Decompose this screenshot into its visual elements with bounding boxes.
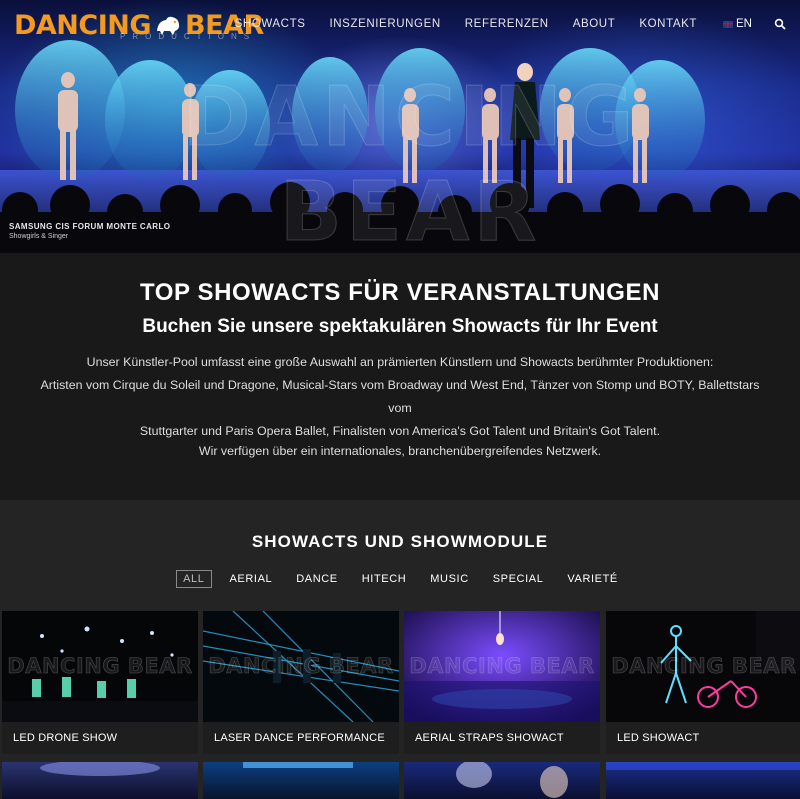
main-nav: SHOWACTS INSZENIERUNGEN REFERENZEN ABOUT… <box>211 18 786 30</box>
showact-title: LED SHOWACT <box>617 732 700 744</box>
showact-thumbnail: DANCING BEAR <box>606 611 800 722</box>
showact-thumbnail: DANCING BEAR <box>203 611 399 722</box>
thumbnail-watermark: DANCING BEAR <box>7 654 193 679</box>
showact-card-partial[interactable] <box>404 762 600 799</box>
intro-line: Artisten vom Cirque du Soleil und Dragon… <box>40 378 760 415</box>
filter-music[interactable]: MUSIC <box>424 571 474 587</box>
thumbnail-watermark: DANCING BEAR <box>611 654 797 679</box>
language-switch[interactable]: EN <box>723 18 752 30</box>
showact-card-led-showact[interactable]: DANCING BEAR LED SHOWACT <box>606 611 800 754</box>
hero-caption-subtitle: Showgirls & Singer <box>9 233 69 240</box>
page-subtitle: Buchen Sie unsere spektakulären Showacts… <box>142 316 658 337</box>
language-label: EN <box>736 18 752 30</box>
showact-card-aerial-straps[interactable]: DANCING BEAR AERIAL STRAPS SHOWACT <box>404 611 600 754</box>
hero-caption: SAMSUNG CIS FORUM MONTE CARLO Showgirls … <box>9 222 170 240</box>
intro-body: Unser Künstler-Pool umfasst eine große A… <box>30 351 770 443</box>
filter-hitech[interactable]: HITECH <box>356 571 413 587</box>
hero-banner: DANCING BEAR DANCING BEAR PRODUCTIONS SH… <box>0 0 800 253</box>
nav-item-showacts[interactable]: SHOWACTS <box>235 18 306 30</box>
intro-line: Unser Künstler-Pool umfasst eine große A… <box>86 355 714 369</box>
showacts-section: SHOWACTS UND SHOWMODULE ALL AERIAL DANCE… <box>0 500 800 799</box>
showact-card-partial[interactable] <box>606 762 800 799</box>
search-icon[interactable] <box>774 18 786 30</box>
showact-card-laser-dance[interactable]: DANCING BEAR LASER DANCE PERFORMANCE <box>203 611 399 754</box>
thumbnail-watermark: DANCING BEAR <box>208 654 394 679</box>
filter-aerial[interactable]: AERIAL <box>224 571 279 587</box>
nav-item-inszenierungen[interactable]: INSZENIERUNGEN <box>329 18 440 30</box>
filter-dance[interactable]: DANCE <box>290 571 344 587</box>
uk-flag-icon <box>723 20 734 28</box>
intro-section: TOP SHOWACTS FÜR VERANSTALTUNGEN Buchen … <box>0 253 800 500</box>
site-header: DANCING BEAR PRODUCTIONS SHOWACTS INSZEN… <box>0 0 800 52</box>
intro-line: Stuttgarter und Paris Opera Ballet, Fina… <box>139 424 661 438</box>
page-title: TOP SHOWACTS FÜR VERANSTALTUNGEN <box>139 279 661 306</box>
showact-card-partial[interactable] <box>2 762 198 799</box>
logo-tagline: PRODUCTIONS <box>120 32 257 41</box>
hero-caption-title: SAMSUNG CIS FORUM MONTE CARLO <box>9 222 171 231</box>
showact-title: LASER DANCE PERFORMANCE <box>214 732 385 744</box>
showact-thumbnail: DANCING BEAR <box>2 611 198 722</box>
intro-network-text: Wir verfügen über ein internationales, b… <box>198 444 602 458</box>
filter-special[interactable]: SPECIAL <box>487 571 550 587</box>
nav-item-about[interactable]: ABOUT <box>573 18 616 30</box>
showact-title: LED DRONE SHOW <box>13 732 118 744</box>
showact-filters: ALL AERIAL DANCE HITECH MUSIC SPECIAL VA… <box>0 570 800 588</box>
showacts-heading: SHOWACTS UND SHOWMODULE <box>251 532 549 551</box>
showact-thumbnail: DANCING BEAR <box>404 611 600 722</box>
filter-variete[interactable]: VARIETÉ <box>561 571 623 587</box>
showact-card-partial[interactable] <box>203 762 399 799</box>
showact-card-led-drone[interactable]: DANCING BEAR LED DRONE SHOW <box>2 611 198 754</box>
filter-all[interactable]: ALL <box>176 570 212 588</box>
nav-item-kontakt[interactable]: KONTAKT <box>639 18 697 30</box>
showact-title: AERIAL STRAPS SHOWACT <box>415 732 564 744</box>
thumbnail-watermark: DANCING BEAR <box>409 654 595 679</box>
nav-item-referenzen[interactable]: REFERENZEN <box>465 18 549 30</box>
